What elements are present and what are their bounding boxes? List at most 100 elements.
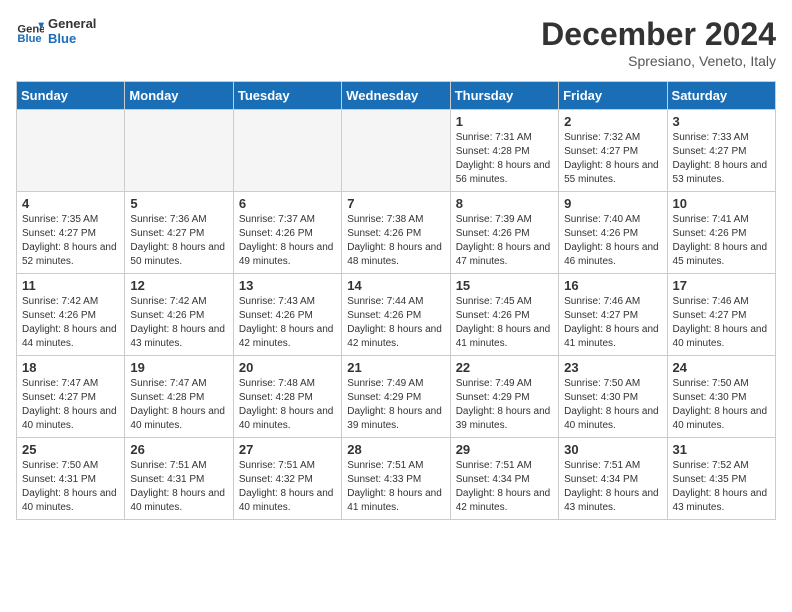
calendar-cell [233,110,341,192]
calendar-cell [17,110,125,192]
sunset-label: Sunset: 4:26 PM [673,228,747,239]
col-header-thursday: Thursday [450,82,558,110]
col-header-wednesday: Wednesday [342,82,450,110]
day-number: 27 [239,442,336,457]
sunset-label: Sunset: 4:26 PM [347,228,421,239]
daylight-label: Daylight: 8 hours and 40 minutes. [239,406,334,431]
sunset-label: Sunset: 4:27 PM [673,146,747,157]
sunrise-label: Sunrise: 7:50 AM [22,460,98,471]
sunrise-label: Sunrise: 7:50 AM [673,378,749,389]
day-info: Sunrise: 7:38 AM Sunset: 4:26 PM Dayligh… [347,213,444,269]
day-number: 16 [564,278,661,293]
daylight-label: Daylight: 8 hours and 56 minutes. [456,160,551,185]
title-block: December 2024 Spresiano, Veneto, Italy [541,16,776,69]
daylight-label: Daylight: 8 hours and 40 minutes. [673,406,768,431]
day-info: Sunrise: 7:31 AM Sunset: 4:28 PM Dayligh… [456,131,553,187]
day-number: 8 [456,196,553,211]
day-number: 14 [347,278,444,293]
daylight-label: Daylight: 8 hours and 41 minutes. [564,324,659,349]
daylight-label: Daylight: 8 hours and 46 minutes. [564,242,659,267]
day-info: Sunrise: 7:49 AM Sunset: 4:29 PM Dayligh… [347,377,444,433]
daylight-label: Daylight: 8 hours and 45 minutes. [673,242,768,267]
daylight-label: Daylight: 8 hours and 40 minutes. [564,406,659,431]
daylight-label: Daylight: 8 hours and 40 minutes. [22,488,117,513]
sunrise-label: Sunrise: 7:32 AM [564,132,640,143]
daylight-label: Daylight: 8 hours and 55 minutes. [564,160,659,185]
calendar-cell [125,110,233,192]
sunset-label: Sunset: 4:26 PM [130,310,204,321]
day-info: Sunrise: 7:49 AM Sunset: 4:29 PM Dayligh… [456,377,553,433]
sunrise-label: Sunrise: 7:42 AM [130,296,206,307]
day-number: 6 [239,196,336,211]
day-info: Sunrise: 7:50 AM Sunset: 4:31 PM Dayligh… [22,459,119,515]
calendar-cell: 11 Sunrise: 7:42 AM Sunset: 4:26 PM Dayl… [17,274,125,356]
day-info: Sunrise: 7:51 AM Sunset: 4:34 PM Dayligh… [456,459,553,515]
daylight-label: Daylight: 8 hours and 43 minutes. [564,488,659,513]
sunrise-label: Sunrise: 7:52 AM [673,460,749,471]
col-header-monday: Monday [125,82,233,110]
sunrise-label: Sunrise: 7:35 AM [22,214,98,225]
sunrise-label: Sunrise: 7:46 AM [564,296,640,307]
calendar-week-3: 18 Sunrise: 7:47 AM Sunset: 4:27 PM Dayl… [17,356,776,438]
day-info: Sunrise: 7:35 AM Sunset: 4:27 PM Dayligh… [22,213,119,269]
day-number: 12 [130,278,227,293]
calendar-week-1: 4 Sunrise: 7:35 AM Sunset: 4:27 PM Dayli… [17,192,776,274]
sunset-label: Sunset: 4:26 PM [239,310,313,321]
calendar-cell: 25 Sunrise: 7:50 AM Sunset: 4:31 PM Dayl… [17,438,125,520]
sunrise-label: Sunrise: 7:31 AM [456,132,532,143]
day-info: Sunrise: 7:48 AM Sunset: 4:28 PM Dayligh… [239,377,336,433]
calendar-cell: 19 Sunrise: 7:47 AM Sunset: 4:28 PM Dayl… [125,356,233,438]
sunset-label: Sunset: 4:30 PM [673,392,747,403]
day-info: Sunrise: 7:36 AM Sunset: 4:27 PM Dayligh… [130,213,227,269]
sunset-label: Sunset: 4:27 PM [564,146,638,157]
calendar-cell: 27 Sunrise: 7:51 AM Sunset: 4:32 PM Dayl… [233,438,341,520]
day-info: Sunrise: 7:46 AM Sunset: 4:27 PM Dayligh… [673,295,770,351]
daylight-label: Daylight: 8 hours and 44 minutes. [22,324,117,349]
daylight-label: Daylight: 8 hours and 43 minutes. [130,324,225,349]
day-info: Sunrise: 7:51 AM Sunset: 4:32 PM Dayligh… [239,459,336,515]
day-number: 22 [456,360,553,375]
calendar-cell: 2 Sunrise: 7:32 AM Sunset: 4:27 PM Dayli… [559,110,667,192]
col-header-tuesday: Tuesday [233,82,341,110]
day-number: 4 [22,196,119,211]
calendar-cell: 1 Sunrise: 7:31 AM Sunset: 4:28 PM Dayli… [450,110,558,192]
sunset-label: Sunset: 4:34 PM [456,474,530,485]
day-info: Sunrise: 7:44 AM Sunset: 4:26 PM Dayligh… [347,295,444,351]
sunrise-label: Sunrise: 7:51 AM [456,460,532,471]
sunset-label: Sunset: 4:34 PM [564,474,638,485]
calendar-cell: 10 Sunrise: 7:41 AM Sunset: 4:26 PM Dayl… [667,192,775,274]
day-number: 10 [673,196,770,211]
day-number: 3 [673,114,770,129]
calendar-cell: 3 Sunrise: 7:33 AM Sunset: 4:27 PM Dayli… [667,110,775,192]
day-info: Sunrise: 7:50 AM Sunset: 4:30 PM Dayligh… [564,377,661,433]
col-header-saturday: Saturday [667,82,775,110]
day-info: Sunrise: 7:51 AM Sunset: 4:33 PM Dayligh… [347,459,444,515]
calendar-cell: 13 Sunrise: 7:43 AM Sunset: 4:26 PM Dayl… [233,274,341,356]
day-info: Sunrise: 7:42 AM Sunset: 4:26 PM Dayligh… [22,295,119,351]
calendar-cell: 24 Sunrise: 7:50 AM Sunset: 4:30 PM Dayl… [667,356,775,438]
calendar-cell: 28 Sunrise: 7:51 AM Sunset: 4:33 PM Dayl… [342,438,450,520]
calendar-week-0: 1 Sunrise: 7:31 AM Sunset: 4:28 PM Dayli… [17,110,776,192]
location-subtitle: Spresiano, Veneto, Italy [541,53,776,69]
day-number: 26 [130,442,227,457]
month-title: December 2024 [541,16,776,53]
sunset-label: Sunset: 4:26 PM [22,310,96,321]
day-info: Sunrise: 7:51 AM Sunset: 4:31 PM Dayligh… [130,459,227,515]
logo-line1: General [48,16,96,31]
day-number: 21 [347,360,444,375]
day-info: Sunrise: 7:40 AM Sunset: 4:26 PM Dayligh… [564,213,661,269]
day-number: 11 [22,278,119,293]
sunrise-label: Sunrise: 7:41 AM [673,214,749,225]
sunset-label: Sunset: 4:26 PM [564,228,638,239]
svg-text:Blue: Blue [17,33,41,45]
day-info: Sunrise: 7:51 AM Sunset: 4:34 PM Dayligh… [564,459,661,515]
day-number: 18 [22,360,119,375]
calendar-cell: 16 Sunrise: 7:46 AM Sunset: 4:27 PM Dayl… [559,274,667,356]
day-number: 29 [456,442,553,457]
logo-icon: General Blue [16,17,44,45]
calendar-week-2: 11 Sunrise: 7:42 AM Sunset: 4:26 PM Dayl… [17,274,776,356]
sunrise-label: Sunrise: 7:45 AM [456,296,532,307]
daylight-label: Daylight: 8 hours and 42 minutes. [347,324,442,349]
calendar-cell: 9 Sunrise: 7:40 AM Sunset: 4:26 PM Dayli… [559,192,667,274]
sunrise-label: Sunrise: 7:51 AM [347,460,423,471]
